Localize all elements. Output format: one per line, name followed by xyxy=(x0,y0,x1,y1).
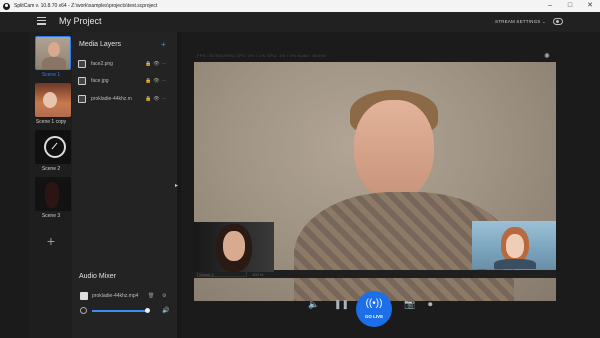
audio-mixer-title: Audio Mixer xyxy=(79,273,116,280)
audio-source-label: prokladie-44khz.mp4 xyxy=(92,293,139,299)
scene-label-4: Scene 3 xyxy=(41,213,61,219)
volume-slider[interactable]: 🔊 xyxy=(80,307,175,315)
speaker-icon[interactable]: 🔊 xyxy=(162,307,169,314)
go-live-button[interactable]: ((•)) GO LIVE xyxy=(356,291,392,327)
performance-stats: FPS: 30/30(100%) CPU: 4% / 1% GPU: 1% / … xyxy=(197,53,327,58)
minimize-icon[interactable]: – xyxy=(540,0,560,12)
record-icon[interactable]: ⏺ xyxy=(428,299,433,310)
layer-row[interactable]: face.jpg 🔒👁⋯ xyxy=(78,75,176,86)
brightness-icon[interactable]: ✺ xyxy=(544,52,550,60)
scene-2-preview xyxy=(43,92,57,108)
overlay-face-left[interactable] xyxy=(194,222,274,272)
scene-thumbnail-2[interactable] xyxy=(35,83,71,117)
person-head xyxy=(354,100,434,200)
layer-controls-icon[interactable]: 🔒👁⋯ xyxy=(145,78,169,84)
scene-thumbnail-3[interactable] xyxy=(35,130,71,164)
video-icon xyxy=(80,292,88,300)
scene-label-3: Scene 2 xyxy=(41,166,61,172)
settings-toggle-icon[interactable] xyxy=(553,18,563,25)
scene-list: Scene 1 Scene 1 copy Scene 2 Scene 3 + xyxy=(30,32,72,338)
stream-settings-button[interactable]: STREAM SETTINGS ⌄ xyxy=(495,19,546,25)
maximize-icon[interactable]: □ xyxy=(560,0,580,12)
splitcam-logo-icon xyxy=(3,2,10,10)
close-icon[interactable]: ✕ xyxy=(580,0,600,12)
audio-source-row[interactable]: prokladie-44khz.mp4 🗑 ⚙ xyxy=(80,291,175,301)
video-icon xyxy=(78,94,86,103)
camera-icon[interactable]: 📷 xyxy=(404,299,415,310)
volume-track[interactable] xyxy=(92,310,148,312)
volume-knob[interactable] xyxy=(145,308,151,313)
main-area: FPS: 30/30(100%) CPU: 4% / 1% GPU: 1% / … xyxy=(181,32,600,338)
window-title: SplitCam v. 10.8.70 x64 - Z:\work\sample… xyxy=(14,3,158,9)
collapse-panel-icon[interactable]: ▸ xyxy=(175,182,178,189)
delete-icon[interactable]: 🗑 xyxy=(148,293,154,299)
go-live-label: GO LIVE xyxy=(364,314,384,319)
layer-controls-icon[interactable]: 🔒👁⋯ xyxy=(145,61,169,67)
volume-icon[interactable]: 🔈 xyxy=(308,299,319,310)
scene-label-1: Scene 1 xyxy=(41,72,61,78)
image-icon xyxy=(78,76,86,85)
pause-icon[interactable]: ❚❚ xyxy=(334,299,349,310)
media-layers-panel: Media Layers + face2.png 🔒👁⋯ face.jpg 🔒👁… xyxy=(72,32,177,338)
layer-label: prokladie-44khz.m xyxy=(91,95,132,102)
layer-label: face.jpg xyxy=(91,77,109,84)
layer-row[interactable]: prokladie-44khz.m 🔒👁⋯ xyxy=(78,93,176,104)
layer-controls-icon[interactable]: 🔒👁⋯ xyxy=(145,96,169,102)
window-titlebar: SplitCam v. 10.8.70 x64 - Z:\work\sample… xyxy=(0,0,600,12)
media-layers-title: Media Layers xyxy=(79,41,122,48)
mute-icon[interactable] xyxy=(80,307,87,314)
zoom-level: 100 % xyxy=(252,272,264,277)
gear-icon[interactable]: ⚙ xyxy=(162,293,166,299)
app-header: My Project STREAM SETTINGS ⌄ xyxy=(0,12,600,32)
scene-1-preview xyxy=(48,42,60,57)
clock-preview-icon xyxy=(44,136,66,158)
scene-thumbnail-1[interactable] xyxy=(35,36,71,70)
menu-icon[interactable] xyxy=(37,17,46,26)
image-icon xyxy=(78,59,86,68)
add-layer-button[interactable]: + xyxy=(161,40,166,49)
scene-thumbnail-4[interactable] xyxy=(35,177,71,211)
overlay-face-right[interactable] xyxy=(472,221,556,269)
layer-label: face2.png xyxy=(91,60,113,67)
broadcast-icon: ((•)) xyxy=(365,298,383,309)
scene-label-2: Scene 1 copy xyxy=(35,119,67,125)
add-scene-button[interactable]: + xyxy=(44,234,58,248)
scene-3-preview xyxy=(45,182,59,208)
layer-row[interactable]: face2.png 🔒👁⋯ xyxy=(78,58,176,69)
project-title: My Project xyxy=(59,16,102,26)
